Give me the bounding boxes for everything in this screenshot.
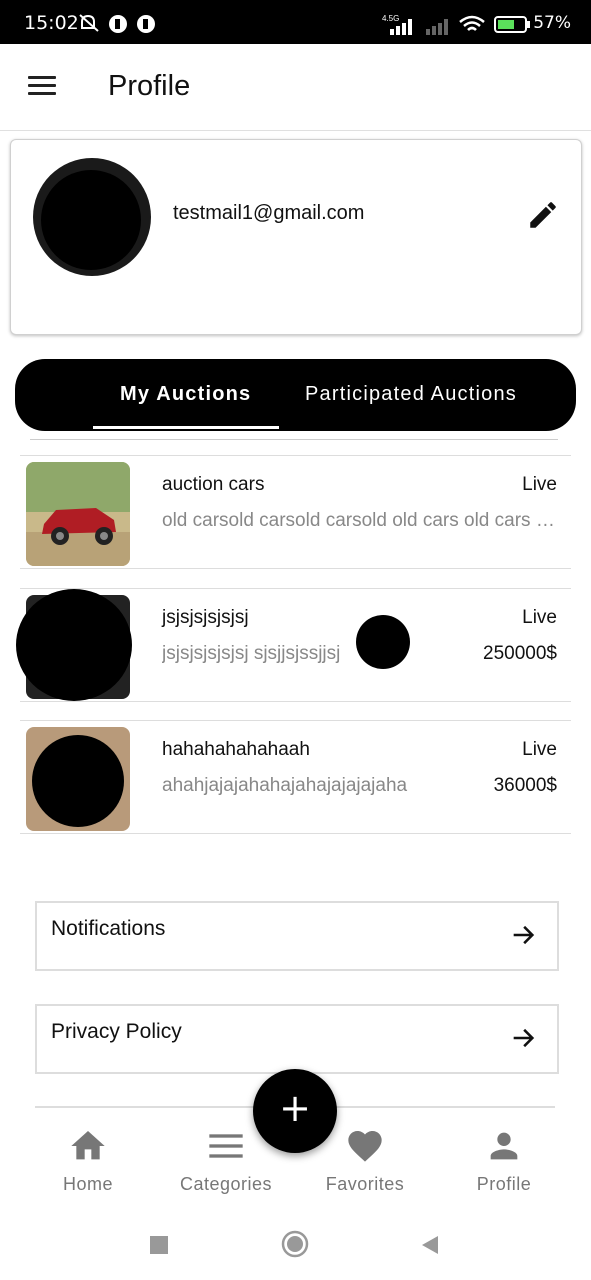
avatar[interactable] (33, 158, 151, 276)
auction-name: jsjsjsjsjsjsj (162, 607, 249, 628)
status-bar: 15:02 4.5G 57% (0, 0, 591, 44)
auction-thumbnail (26, 462, 130, 566)
edit-icon[interactable] (526, 198, 560, 232)
wifi-icon (459, 15, 485, 31)
signal-icon (390, 19, 412, 35)
redaction-blob (16, 589, 132, 701)
status-time: 15:02 (24, 12, 79, 34)
setting-label: Privacy Policy (51, 1020, 182, 1043)
add-auction-button[interactable]: + (253, 1069, 337, 1153)
battery-icon (494, 16, 530, 33)
auction-price: 36000$ (493, 775, 557, 796)
signal-2-icon (426, 19, 448, 35)
nav-label: Categories (179, 1174, 273, 1194)
home-icon (71, 1131, 105, 1160)
auction-status: Live (522, 607, 557, 628)
app-notification-icon-2 (137, 15, 155, 33)
plus-icon: + (279, 1086, 311, 1130)
auction-name: auction cars (162, 474, 265, 495)
auction-tabs: My Auctions Participated Auctions (15, 359, 576, 431)
person-icon (490, 1132, 518, 1160)
redaction-dot (356, 615, 410, 669)
menu-icon[interactable] (28, 76, 56, 96)
auction-list-item[interactable]: jsjsjsjsjsjsj jsjsjsjsjsjsj sjsjjsjssjjs… (16, 588, 571, 702)
nav-label: Home (62, 1174, 113, 1194)
auction-list-item[interactable]: auction cars old carsold carsold carsold… (20, 455, 571, 569)
home-system-icon[interactable] (281, 1230, 309, 1258)
app-bar: Profile (0, 44, 591, 131)
auction-status: Live (522, 474, 557, 495)
auction-name: hahahahahahaah (162, 739, 310, 760)
app-notification-icon (109, 15, 127, 33)
arrow-right-icon (513, 925, 535, 945)
back-icon[interactable] (420, 1234, 440, 1256)
profile-card: testmail1@gmail.com (10, 139, 582, 335)
nav-label: Favorites (325, 1174, 405, 1194)
mute-icon (79, 14, 99, 32)
settings-privacy-policy[interactable]: Privacy Policy (35, 1004, 559, 1074)
tab-indicator (93, 426, 279, 429)
system-navigation (0, 1212, 591, 1280)
auction-list-item[interactable]: hahahahahahaah ahahjajajahahajahajajajaj… (20, 720, 571, 834)
battery-level: 57% (533, 13, 571, 33)
heart-icon (348, 1131, 382, 1162)
divider (30, 439, 558, 440)
profile-email: testmail1@gmail.com (173, 202, 365, 224)
auction-price: 250000$ (483, 643, 557, 664)
auction-status: Live (522, 739, 557, 760)
auction-description: ahahjajajahahajahajajajajaha (162, 775, 408, 796)
recents-icon[interactable] (150, 1236, 168, 1254)
page-title: Profile (108, 70, 191, 102)
categories-icon (209, 1134, 243, 1158)
nav-label: Profile (476, 1174, 532, 1194)
tab-my-auctions[interactable]: My Auctions (120, 383, 251, 406)
settings-notifications[interactable]: Notifications (35, 901, 559, 971)
auction-description: old carsold carsold carsold old cars old… (162, 510, 557, 531)
arrow-right-icon (513, 1028, 535, 1048)
auction-thumbnail (26, 727, 130, 831)
setting-label: Notifications (51, 917, 166, 940)
tab-participated-auctions[interactable]: Participated Auctions (305, 383, 517, 406)
